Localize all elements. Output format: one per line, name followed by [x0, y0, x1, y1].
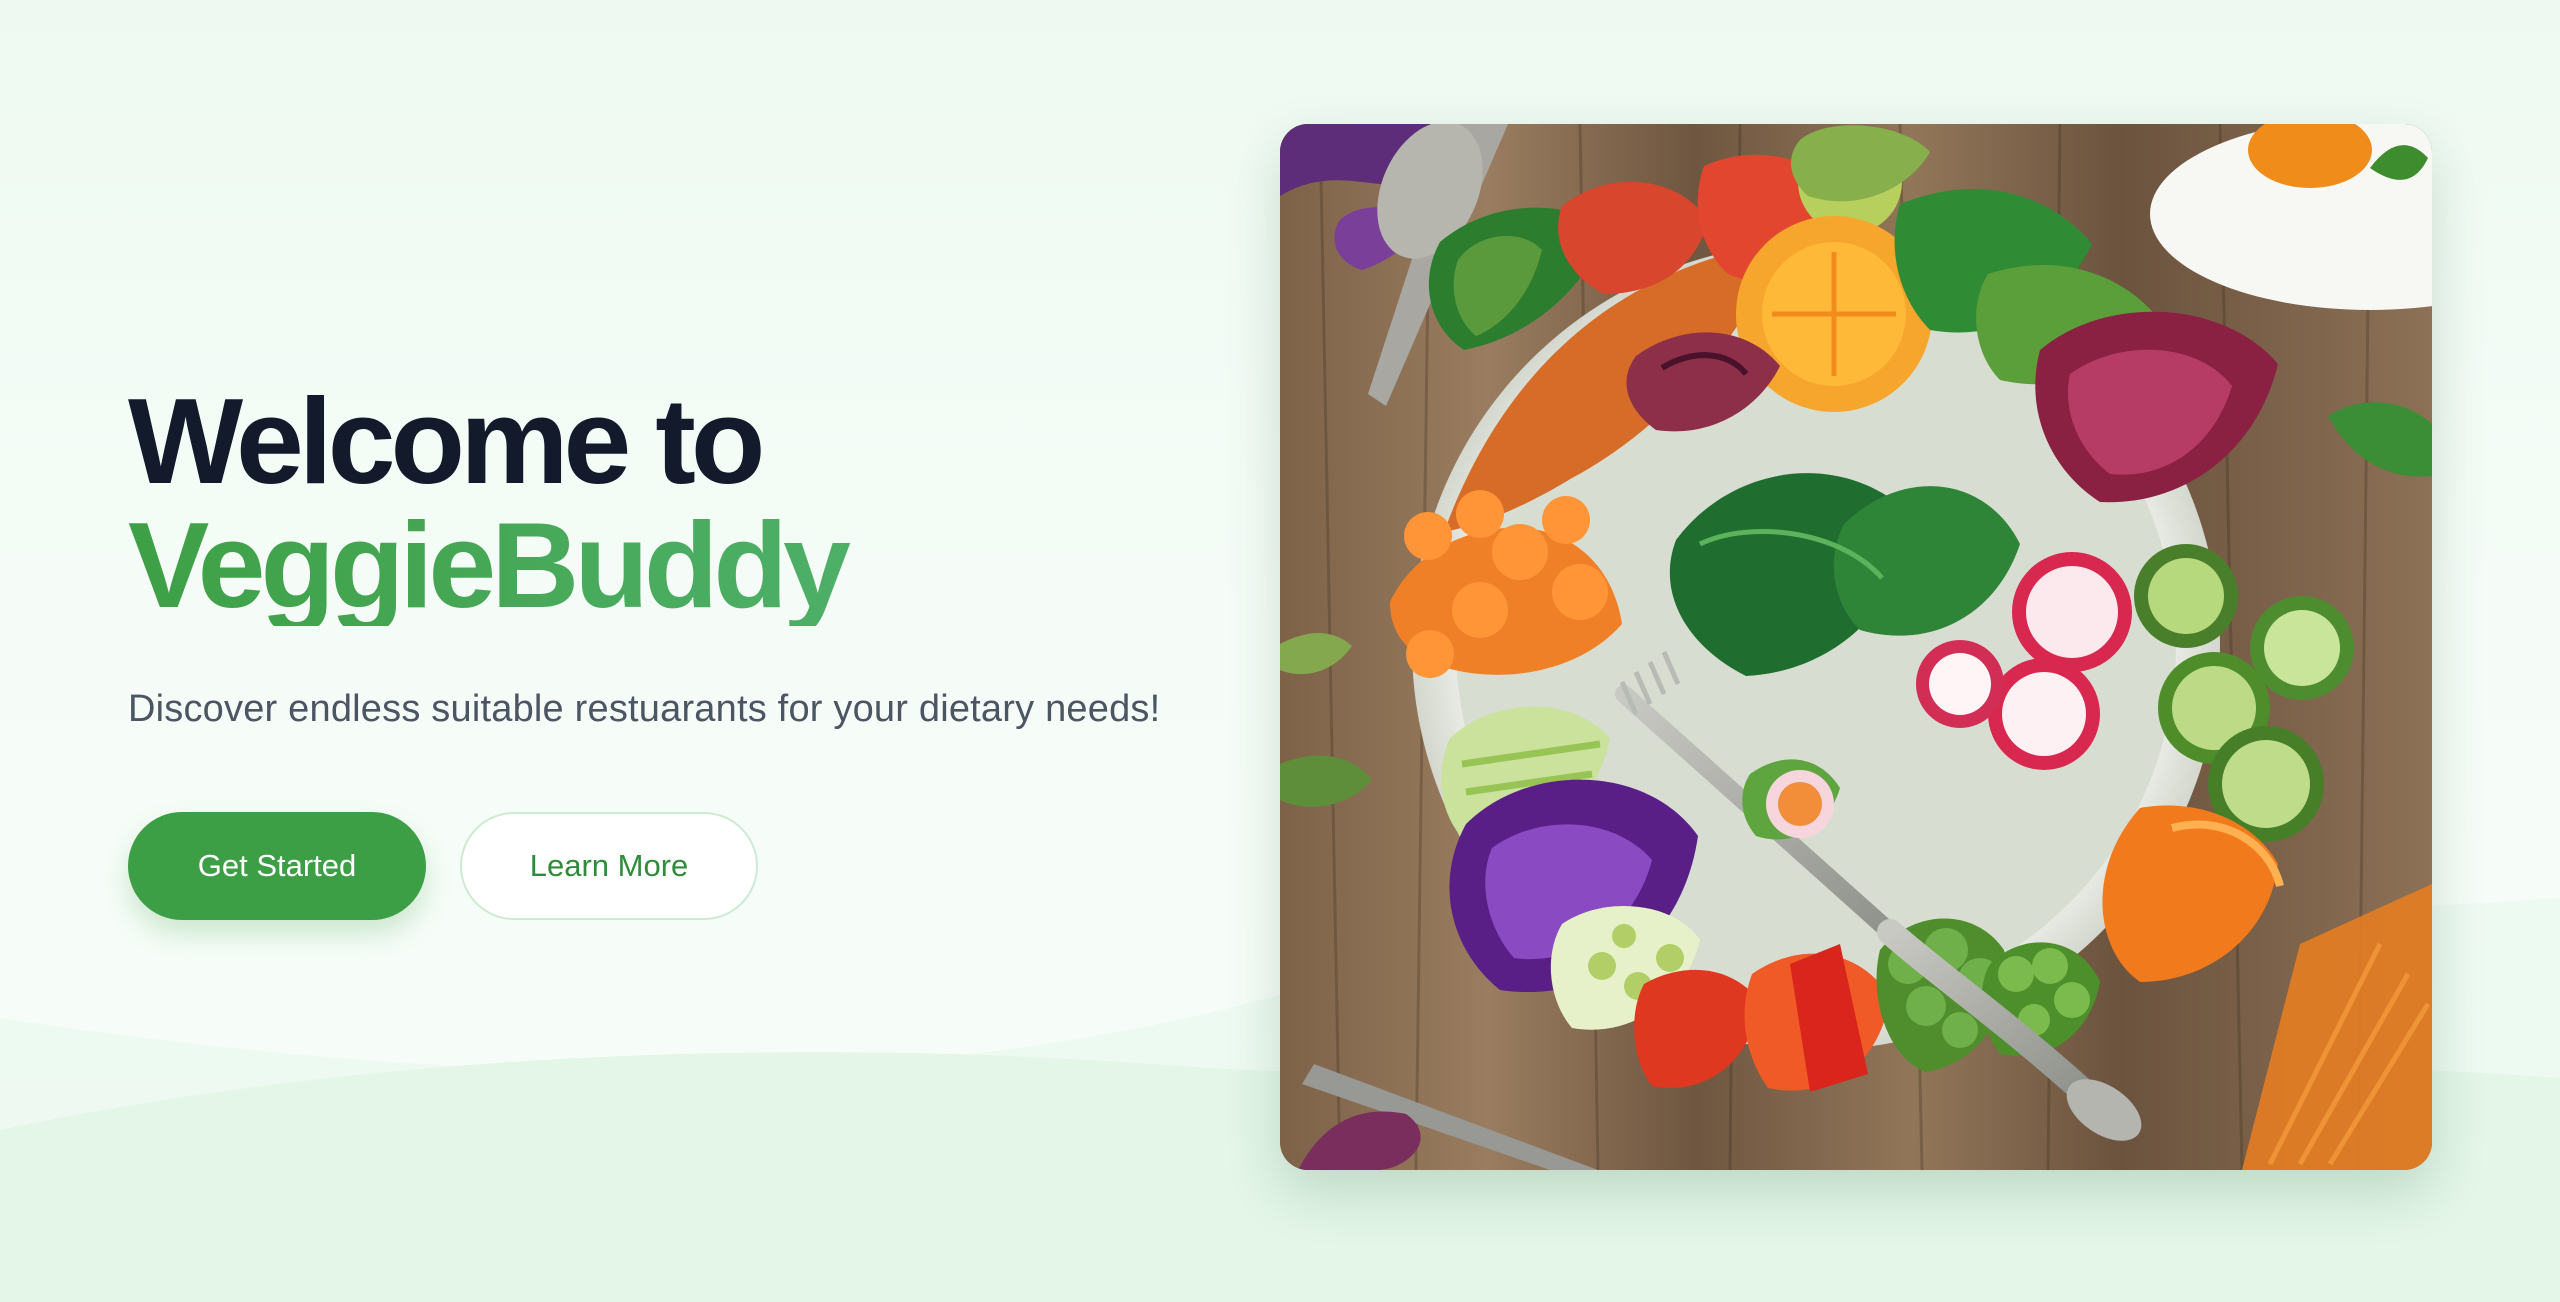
get-started-button[interactable]: Get Started	[128, 812, 426, 920]
hero-title-brand: VeggieBuddy	[128, 504, 1228, 626]
landing-page: Welcome to VeggieBuddy Discover endless …	[0, 0, 2560, 1302]
hero-title: Welcome to VeggieBuddy	[128, 380, 1228, 626]
hero-actions: Get Started Learn More	[128, 812, 1228, 920]
hero-copy: Welcome to VeggieBuddy Discover endless …	[128, 380, 1228, 920]
hero-salad-image	[1280, 124, 2432, 1170]
hero-title-welcome: Welcome to	[128, 373, 765, 509]
learn-more-button[interactable]: Learn More	[460, 812, 758, 920]
salad-bowl-illustration	[1280, 124, 2432, 1170]
hero-subtitle: Discover endless suitable restuarants fo…	[128, 688, 1161, 730]
